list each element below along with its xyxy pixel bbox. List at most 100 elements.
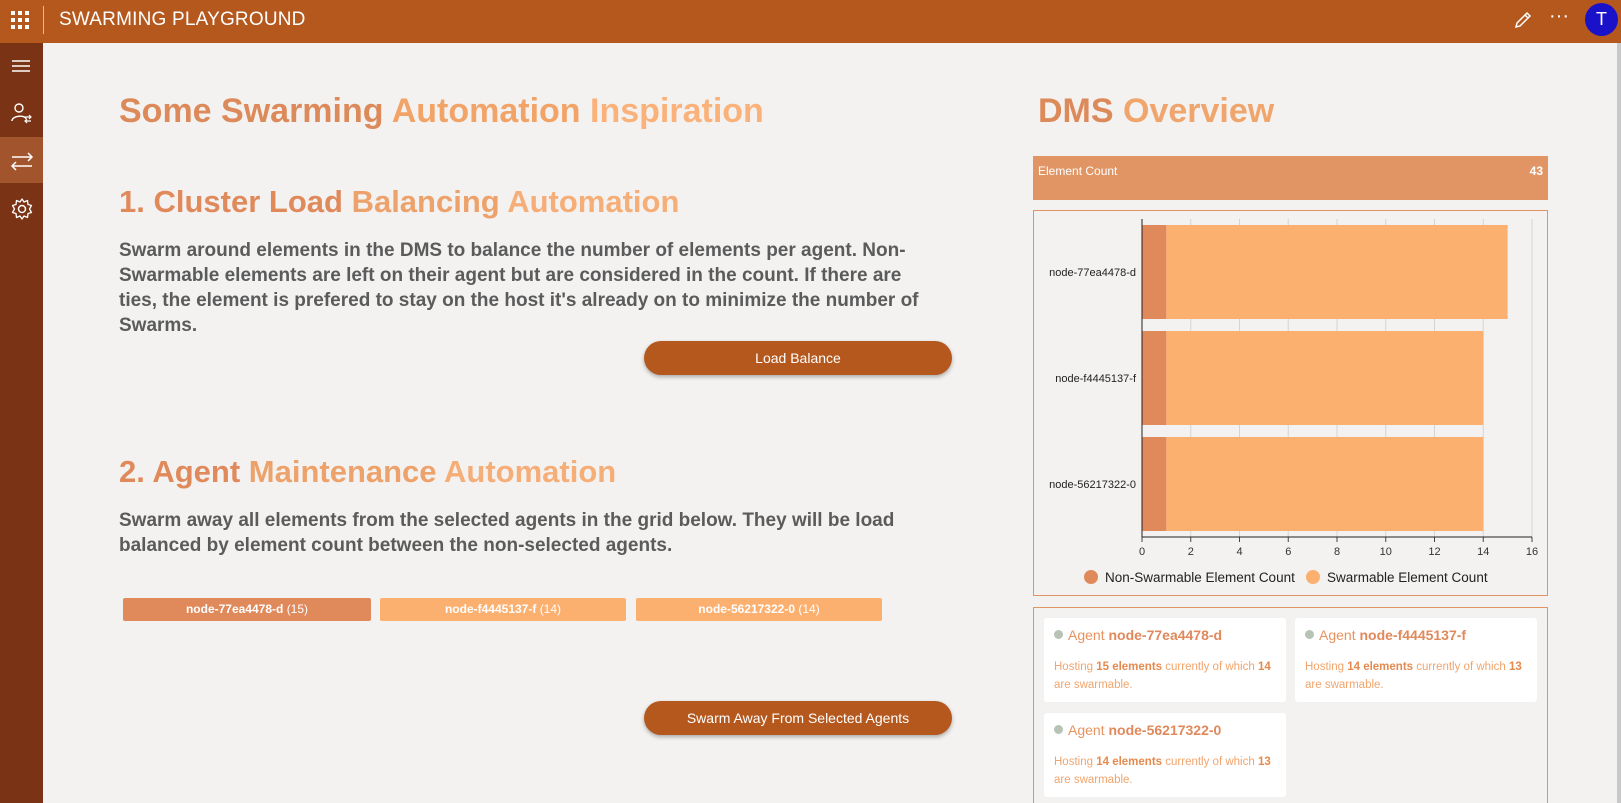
agent-card-prefix: Agent: [1068, 722, 1105, 738]
status-dot-icon: [1054, 725, 1063, 734]
section2-title-part: Automation: [444, 454, 617, 489]
settings-gear-icon[interactable]: [0, 185, 43, 231]
section2-title-part: Maintenance: [248, 454, 437, 489]
section1-title: 1. Cluster Load Balancing Automation: [119, 184, 679, 220]
chart-tick-label: 2: [1188, 546, 1194, 558]
chart-bar: [1142, 225, 1167, 319]
agent-card-text: are swarmable.: [1054, 679, 1133, 691]
user-avatar[interactable]: T: [1585, 3, 1618, 36]
page-scrollbar[interactable]: [1617, 43, 1621, 803]
section2-title-part: 2. Agent: [119, 454, 241, 489]
agent-chip-name: node-f4445137-f: [444, 602, 537, 616]
page-title-part: Automation: [391, 92, 581, 130]
overview-title-part: DMS: [1038, 92, 1114, 130]
chart-bar: [1166, 331, 1484, 425]
element-count-bar: Element Count 43: [1033, 156, 1548, 200]
chart-legend-marker: [1084, 570, 1098, 584]
agent-chip-name: node-77ea4478-d: [185, 602, 284, 616]
agent-card-header: Agent node-f4445137-f: [1305, 627, 1466, 643]
chart-bar: [1142, 331, 1167, 425]
agent-card-prefix: Agent: [1068, 627, 1105, 643]
element-count-label: Element Count: [1038, 164, 1118, 178]
chart-category-label: node-56217322-0: [1049, 479, 1136, 491]
agent-card-text: currently of which: [1416, 661, 1506, 673]
chart-bar: [1166, 225, 1508, 319]
overview-title-part: Overview: [1123, 92, 1275, 130]
chart-tick-label: 10: [1380, 546, 1392, 558]
agent-card-total: 15 elements: [1096, 661, 1163, 673]
agent-card-text: are swarmable.: [1305, 679, 1384, 691]
overview-title: DMS Overview: [1038, 92, 1274, 131]
agent-card-text: Hosting: [1054, 661, 1093, 673]
header-divider: [43, 6, 44, 34]
chart-category-label: node-77ea4478-d: [1049, 267, 1136, 279]
chart-tick-label: 16: [1526, 546, 1538, 558]
app-header: SWARMING PLAYGROUND ··· T: [0, 0, 1621, 43]
page-title-part: Inspiration: [590, 92, 764, 130]
chart-legend-label: Swarmable Element Count: [1327, 570, 1488, 585]
agent-card-swarmable: 14: [1257, 661, 1271, 673]
agent-card[interactable]: Agent node-f4445137-f Hosting 14 element…: [1295, 618, 1537, 702]
chart-tick-label: 14: [1477, 546, 1489, 558]
agent-card-body: Hosting 14 elements currently of which 1…: [1305, 658, 1530, 694]
agent-chip[interactable]: node-f4445137-f (14): [380, 598, 626, 621]
chart-tick-label: 8: [1334, 546, 1340, 558]
side-navigation: [0, 43, 43, 803]
section1-title-part: Automation: [507, 184, 680, 219]
agent-card-total: 14 elements: [1347, 661, 1414, 673]
agent-card-total: 14 elements: [1096, 756, 1163, 768]
agent-card-body: Hosting 14 elements currently of which 1…: [1054, 753, 1279, 789]
agent-chip-selected[interactable]: node-77ea4478-d (15): [123, 598, 371, 621]
status-dot-icon: [1054, 630, 1063, 639]
chart-tick-label: 6: [1285, 546, 1291, 558]
agent-card-text: currently of which: [1165, 756, 1255, 768]
app-launcher-icon[interactable]: [11, 11, 29, 29]
agent-card-name: node-77ea4478-d: [1108, 627, 1223, 643]
agent-card-text: Hosting: [1054, 756, 1093, 768]
agent-card-swarmable: 13: [1508, 661, 1522, 673]
chart-legend-label: Non-Swarmable Element Count: [1105, 570, 1295, 585]
chart-legend-marker: [1306, 570, 1320, 584]
app-title: SWARMING PLAYGROUND: [59, 9, 306, 30]
agent-card-text: are swarmable.: [1054, 774, 1133, 786]
agent-chip-count: (15): [286, 602, 309, 616]
agent-card[interactable]: Agent node-56217322-0 Hosting 14 element…: [1044, 713, 1286, 797]
agent-chip-count: (14): [539, 602, 562, 616]
agent-chip[interactable]: node-56217322-0 (14): [636, 598, 882, 621]
agent-card-text: Hosting: [1305, 661, 1344, 673]
more-options-icon[interactable]: ···: [1546, 6, 1572, 32]
element-distribution-chart: 0 2 4 6 8 10 12 14 16 node-77ea4478-d node-f444513…: [1033, 210, 1548, 596]
page-title-part: Some Swarming: [119, 92, 384, 130]
agent-card-body: Hosting 15 elements currently of which 1…: [1054, 658, 1279, 694]
load-balance-button[interactable]: Load Balance: [644, 341, 952, 375]
chart-bar: [1166, 437, 1484, 531]
section2-description: Swarm away all elements from the selecte…: [119, 510, 895, 556]
edit-icon[interactable]: [1512, 9, 1534, 31]
agent-card[interactable]: Agent node-77ea4478-d Hosting 15 element…: [1044, 618, 1286, 702]
agent-card-name: node-56217322-0: [1108, 722, 1222, 738]
chart-svg: 0 2 4 6 8 10 12 14 16 node-77ea4478-d node-f444513…: [1049, 219, 1538, 585]
chart-tick-label: 4: [1236, 546, 1242, 558]
agent-card-prefix: Agent: [1319, 627, 1356, 643]
element-count-value: 43: [1529, 164, 1543, 178]
agent-card-swarmable: 13: [1257, 756, 1271, 768]
chart-category-label: node-f4445137-f: [1055, 373, 1137, 385]
section1-description: Swarm around elements in the DMS to bala…: [119, 240, 919, 336]
agent-card-header: Agent node-77ea4478-d: [1054, 627, 1222, 643]
user-switch-icon[interactable]: [0, 89, 43, 135]
status-dot-icon: [1305, 630, 1314, 639]
page-title: Some Swarming Automation Inspiration: [119, 92, 764, 131]
chart-tick-label: 12: [1428, 546, 1440, 558]
agent-chip-count: (14): [798, 602, 820, 616]
agent-card-text: currently of which: [1165, 661, 1255, 673]
swarm-away-button[interactable]: Swarm Away From Selected Agents: [644, 701, 952, 735]
agent-cards-panel: Agent node-77ea4478-d Hosting 15 element…: [1033, 607, 1548, 803]
agent-chip-name: node-56217322-0: [698, 602, 796, 616]
chart-tick-label: 0: [1139, 546, 1145, 558]
section2-title: 2. Agent Maintenance Automation: [119, 454, 616, 490]
swap-arrows-icon[interactable]: [0, 137, 43, 183]
agent-card-header: Agent node-56217322-0: [1054, 722, 1221, 738]
section1-title-part: Balancing: [351, 184, 500, 219]
section1-title-part: 1. Cluster Load: [119, 184, 343, 219]
hamburger-menu-icon[interactable]: [0, 43, 43, 89]
